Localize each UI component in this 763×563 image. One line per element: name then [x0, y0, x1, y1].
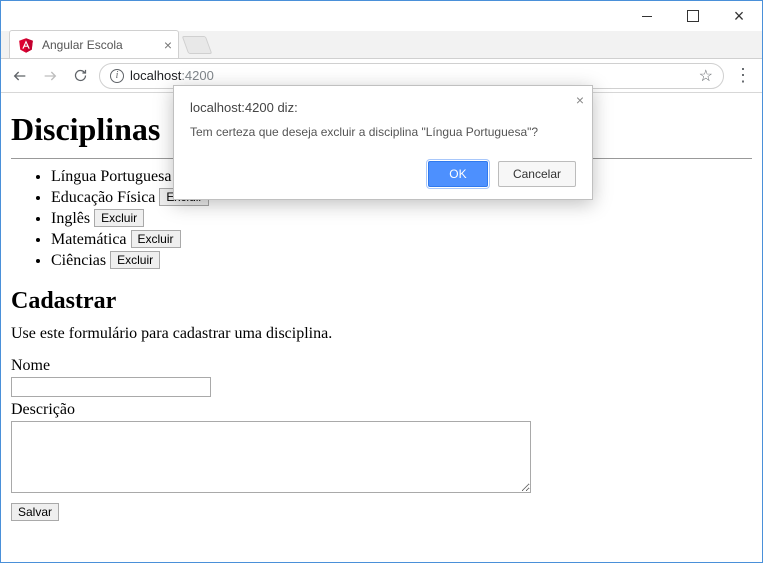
window-maximize-button[interactable]	[670, 1, 716, 31]
list-item-label: Inglês	[51, 210, 90, 227]
arrow-right-icon	[42, 68, 58, 84]
site-info-icon[interactable]: i	[110, 69, 124, 83]
name-input[interactable]	[11, 377, 211, 397]
forward-button[interactable]	[39, 65, 61, 87]
list-item-label: Matemática	[51, 231, 127, 248]
list-item-label: Educação Física	[51, 189, 155, 206]
window-close-button[interactable]: ×	[716, 1, 762, 31]
window-titlebar: ×	[1, 1, 762, 31]
confirm-dialog: × localhost:4200 diz: Tem certeza que de…	[173, 85, 593, 200]
reload-button[interactable]	[69, 65, 91, 87]
dialog-title: localhost:4200 diz:	[190, 100, 576, 115]
delete-button[interactable]: Excluir	[131, 230, 181, 248]
tab-close-icon[interactable]: ×	[164, 37, 172, 53]
window-minimize-button[interactable]	[624, 1, 670, 31]
tab-title: Angular Escola	[42, 38, 123, 52]
url-port: :4200	[181, 68, 214, 83]
url-text: localhost:4200	[130, 68, 214, 83]
list-item-label: Língua Portuguesa	[51, 168, 171, 185]
delete-button[interactable]: Excluir	[94, 209, 144, 227]
dialog-buttons: OK Cancelar	[190, 161, 576, 187]
desc-label: Descrição	[11, 401, 752, 419]
reload-icon	[73, 68, 88, 83]
browser-menu-button[interactable]: ⋮	[732, 65, 754, 86]
bookmark-star-icon[interactable]: ☆	[699, 66, 713, 86]
back-button[interactable]	[9, 65, 31, 87]
save-button[interactable]: Salvar	[11, 503, 59, 521]
browser-tabstrip: Angular Escola ×	[1, 31, 762, 59]
dialog-cancel-button[interactable]: Cancelar	[498, 161, 576, 187]
arrow-left-icon	[12, 68, 28, 84]
form-heading: Cadastrar	[11, 288, 752, 315]
list-item: Inglês Excluir	[51, 209, 752, 228]
name-label: Nome	[11, 357, 752, 375]
url-host: localhost	[130, 68, 181, 83]
form-description: Use este formulário para cadastrar uma d…	[11, 325, 752, 343]
browser-tab-active[interactable]: Angular Escola ×	[9, 30, 179, 58]
list-item: Ciências Excluir	[51, 251, 752, 270]
dialog-ok-button[interactable]: OK	[428, 161, 488, 187]
dialog-close-icon[interactable]: ×	[576, 92, 584, 108]
delete-button[interactable]: Excluir	[110, 251, 160, 269]
new-tab-button[interactable]	[182, 36, 213, 54]
angular-icon	[18, 37, 34, 53]
list-item: Matemática Excluir	[51, 230, 752, 249]
desc-input[interactable]	[11, 421, 531, 493]
dialog-message: Tem certeza que deseja excluir a discipl…	[190, 125, 576, 139]
list-item-label: Ciências	[51, 252, 106, 269]
cadastro-form: Nome Descrição Salvar	[11, 357, 752, 522]
